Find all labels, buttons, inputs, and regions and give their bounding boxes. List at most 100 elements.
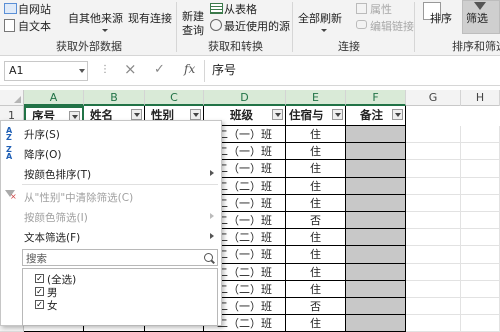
grid-cell[interactable] <box>406 212 461 230</box>
menu-item-clear-filter[interactable]: 从"性别"中清除筛选(C) <box>24 190 133 205</box>
menu-item-sort-by-color[interactable]: 按颜色排序(T) <box>24 167 91 182</box>
filter-dropdown-button[interactable] <box>272 109 283 120</box>
grid-cell[interactable] <box>461 126 500 144</box>
dorm-cell[interactable]: 住 <box>286 246 346 264</box>
recent-sources-icon <box>210 19 222 31</box>
from-web-button[interactable]: 自网站 <box>18 1 51 17</box>
from-table-button[interactable]: 从表格 <box>224 1 257 17</box>
column-header-e[interactable]: E <box>286 90 346 106</box>
existing-connections-button[interactable]: 现有连接 <box>128 10 172 26</box>
filter-dropdown-button[interactable] <box>392 109 403 120</box>
filter-search-input[interactable]: 搜索 <box>22 249 218 266</box>
filter-dropdown-button[interactable] <box>332 109 343 120</box>
cancel-icon[interactable]: × <box>124 60 137 78</box>
dorm-cell[interactable]: 住 <box>286 143 346 161</box>
grid-cell[interactable] <box>406 229 461 247</box>
menu-item-sort-asc[interactable]: 升序(S) <box>24 127 60 142</box>
grid-cell[interactable] <box>461 263 500 281</box>
list-item[interactable]: ✓ (全选) <box>35 272 185 286</box>
link-icon <box>356 20 367 29</box>
properties-button[interactable]: 属性 <box>370 1 392 17</box>
grid-cell[interactable] <box>406 298 461 316</box>
refresh-all-button[interactable]: 全部刷新 <box>298 10 342 26</box>
grid-cell[interactable] <box>461 298 500 316</box>
clear-filter-x-icon: × <box>10 192 17 201</box>
grid-cell[interactable] <box>461 315 500 332</box>
chevron-down-icon <box>102 29 108 32</box>
grid-cell[interactable] <box>406 280 461 298</box>
remark-cell[interactable] <box>346 126 406 144</box>
grid-cell[interactable] <box>461 160 500 178</box>
grid-cell[interactable] <box>406 246 461 264</box>
remark-cell[interactable] <box>346 298 406 316</box>
column-header-c[interactable]: C <box>145 90 204 106</box>
sort-ascending-icon: AZ <box>6 126 13 142</box>
list-item[interactable]: ✓ 男 <box>35 285 185 299</box>
menu-item-filter-by-color[interactable]: 按颜色筛选(I) <box>24 210 88 225</box>
grid-cell[interactable] <box>461 177 500 195</box>
grid-cell[interactable] <box>406 143 461 161</box>
remark-cell[interactable] <box>346 280 406 298</box>
enter-icon[interactable]: ✓ <box>154 62 165 77</box>
grid-cell[interactable] <box>461 194 500 212</box>
insert-function-icon[interactable]: fx <box>184 62 195 76</box>
remark-cell[interactable] <box>346 212 406 230</box>
filter-dropdown-button[interactable] <box>131 109 142 120</box>
checkbox[interactable]: ✓ <box>35 300 44 309</box>
grid-cell[interactable] <box>406 263 461 281</box>
remark-cell[interactable] <box>346 160 406 178</box>
dorm-cell[interactable]: 住 <box>286 177 346 195</box>
grid-cell[interactable] <box>406 315 461 332</box>
menu-item-text-filters[interactable]: 文本筛选(F) <box>24 230 80 245</box>
grid-cell[interactable] <box>461 143 500 161</box>
remark-cell[interactable] <box>346 143 406 161</box>
dorm-cell[interactable]: 住 <box>286 194 346 212</box>
select-all-corner[interactable] <box>0 90 24 106</box>
remark-cell[interactable] <box>346 229 406 247</box>
recent-sources-button[interactable]: 最近使用的源 <box>224 18 290 34</box>
list-item-label: 女 <box>47 300 58 312</box>
checkbox[interactable]: ✓ <box>35 287 44 296</box>
grid-cell[interactable] <box>461 280 500 298</box>
new-query-label-2[interactable]: 查询 <box>182 22 204 38</box>
dorm-cell[interactable]: 住 <box>286 229 346 247</box>
checkbox[interactable]: ✓ <box>35 274 44 283</box>
dorm-cell[interactable]: 住 <box>286 126 346 144</box>
grid-cell[interactable] <box>406 194 461 212</box>
remark-cell[interactable] <box>346 246 406 264</box>
column-header-h[interactable]: H <box>461 90 500 106</box>
chevron-down-icon <box>321 29 327 32</box>
menu-item-sort-desc[interactable]: 降序(O) <box>24 147 61 162</box>
column-header-d[interactable]: D <box>204 90 286 106</box>
grid-cell[interactable] <box>406 160 461 178</box>
formula-input[interactable]: 序号 <box>212 61 500 81</box>
other-sources-button[interactable]: 自其他来源 <box>68 10 123 26</box>
dorm-cell[interactable]: 住 <box>286 160 346 178</box>
dorm-cell[interactable]: 住 <box>286 263 346 281</box>
dorm-cell[interactable]: 否 <box>286 298 346 316</box>
list-item[interactable]: ✓ 女 <box>35 298 185 312</box>
column-header-a[interactable]: A <box>24 90 84 106</box>
from-text-button[interactable]: 自文本 <box>18 18 51 34</box>
dorm-cell[interactable]: 否 <box>286 212 346 230</box>
dorm-cell[interactable]: 住 <box>286 280 346 298</box>
grid-cell[interactable] <box>461 229 500 247</box>
edit-links-button[interactable]: 编辑链接 <box>370 18 414 34</box>
column-header-g[interactable]: G <box>406 90 461 106</box>
name-box-dropdown-icon[interactable] <box>79 69 85 73</box>
more-dots-icon: ⋮ <box>100 64 110 75</box>
column-header-b[interactable]: B <box>84 90 145 106</box>
remark-cell[interactable] <box>346 263 406 281</box>
grid-cell[interactable] <box>406 177 461 195</box>
name-box[interactable]: A1 <box>4 61 88 81</box>
grid-cell[interactable] <box>461 246 500 264</box>
remark-cell[interactable] <box>346 177 406 195</box>
column-header-f[interactable]: F <box>346 90 406 106</box>
sort-button[interactable]: 排序 <box>430 10 452 26</box>
remark-cell[interactable] <box>346 194 406 212</box>
remark-cell[interactable] <box>346 315 406 332</box>
dorm-cell[interactable]: 住 <box>286 315 346 332</box>
filter-dropdown-button[interactable] <box>190 109 201 120</box>
grid-cell[interactable] <box>461 212 500 230</box>
grid-cell[interactable] <box>406 126 461 144</box>
